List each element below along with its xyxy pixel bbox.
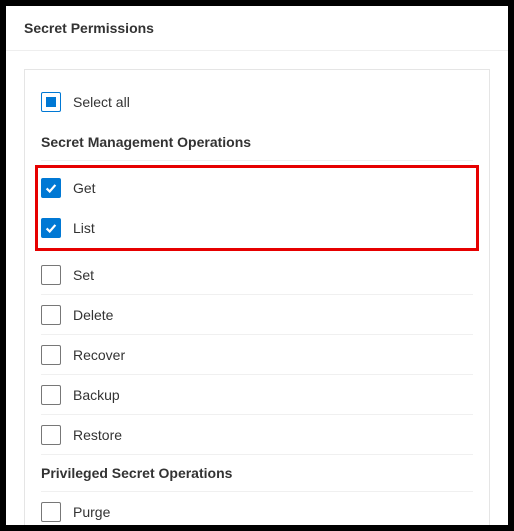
- permissions-card: Select all Secret Management Operations …: [24, 69, 490, 525]
- perm-label-set: Set: [73, 267, 94, 283]
- select-all-label: Select all: [73, 94, 130, 110]
- perm-row-get[interactable]: Get: [41, 168, 473, 208]
- checkbox-backup[interactable]: [41, 385, 61, 405]
- section-title-management: Secret Management Operations: [41, 134, 251, 150]
- perm-label-recover: Recover: [73, 347, 125, 363]
- checkbox-set[interactable]: [41, 265, 61, 285]
- perm-label-restore: Restore: [73, 427, 122, 443]
- panel-content: Select all Secret Management Operations …: [6, 51, 508, 525]
- select-all-row[interactable]: Select all: [41, 84, 473, 124]
- checkbox-get[interactable]: [41, 178, 61, 198]
- perm-row-restore[interactable]: Restore: [41, 415, 473, 455]
- panel-header: Secret Permissions: [6, 6, 508, 51]
- checkbox-purge[interactable]: [41, 502, 61, 522]
- perm-label-purge: Purge: [73, 504, 110, 520]
- perm-row-backup[interactable]: Backup: [41, 375, 473, 415]
- select-all-checkbox[interactable]: [41, 92, 61, 112]
- perm-label-get: Get: [73, 180, 96, 196]
- check-icon: [44, 221, 58, 235]
- indeterminate-icon: [46, 97, 56, 107]
- perm-row-purge[interactable]: Purge: [41, 492, 473, 525]
- perm-row-set[interactable]: Set: [41, 255, 473, 295]
- checkbox-list[interactable]: [41, 218, 61, 238]
- perm-row-recover[interactable]: Recover: [41, 335, 473, 375]
- perm-row-delete[interactable]: Delete: [41, 295, 473, 335]
- check-icon: [44, 181, 58, 195]
- page-title: Secret Permissions: [24, 20, 490, 36]
- perm-label-backup: Backup: [73, 387, 120, 403]
- checkbox-delete[interactable]: [41, 305, 61, 325]
- section-title-privileged: Privileged Secret Operations: [41, 465, 232, 481]
- checkbox-restore[interactable]: [41, 425, 61, 445]
- highlight-annotation: Get List: [35, 165, 479, 251]
- section-privileged-header: Privileged Secret Operations: [41, 455, 473, 492]
- perm-label-delete: Delete: [73, 307, 113, 323]
- perm-row-list[interactable]: List: [41, 208, 473, 248]
- perm-label-list: List: [73, 220, 95, 236]
- section-management-header: Secret Management Operations: [41, 124, 473, 161]
- permissions-panel: Secret Permissions Select all Secret Man…: [6, 6, 508, 525]
- checkbox-recover[interactable]: [41, 345, 61, 365]
